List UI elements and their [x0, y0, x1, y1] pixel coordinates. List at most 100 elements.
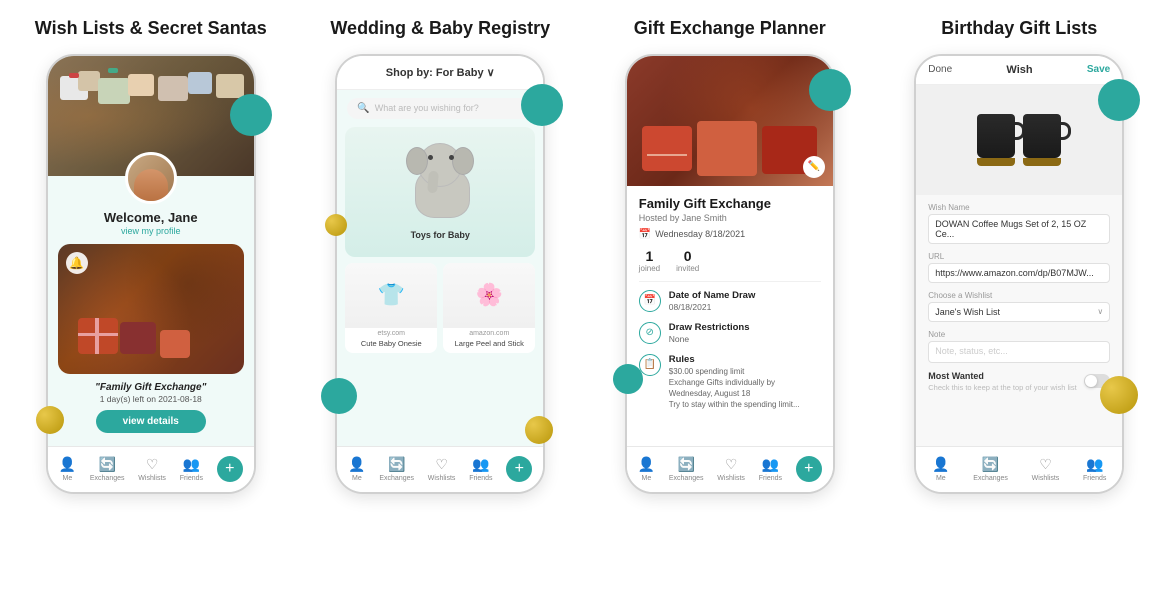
nav-me-1[interactable]: 👤 Me [59, 456, 76, 482]
wish-title: Wish [1006, 64, 1032, 76]
nav-label-friends-3: Friends [759, 475, 782, 482]
done-button[interactable]: Done [928, 64, 952, 75]
detail-row-1: 📅 Date of Name Draw 08/18/2021 [639, 290, 821, 312]
elephant-label: Toys for Baby [411, 230, 470, 240]
nav-me-2[interactable]: 👤 Me [348, 456, 365, 482]
mug2-base [1023, 158, 1061, 166]
exchanges-icon-4: 🔄 [982, 456, 999, 473]
nav-label-exchanges-2: Exchanges [379, 475, 414, 482]
hosted-by: Hosted by Jane Smith [639, 213, 821, 223]
phone2-product-3[interactable]: 🌸 amazon.com Large Peel and Stick [443, 263, 535, 353]
detail3-value: $30.00 spending limitExchange Gifts indi… [669, 366, 821, 411]
url-value[interactable]: https://www.amazon.com/dp/B07MJW... [928, 263, 1110, 283]
nav-label-exchanges-3: Exchanges [669, 475, 704, 482]
phone2-inner: Shop by: For Baby ∨ 🔍 What are you wishi… [337, 56, 543, 492]
phone4-bottom-nav: 👤 Me 🔄 Exchanges ♡ Wishlists 👥 [916, 446, 1122, 492]
gift-box-7 [216, 74, 244, 98]
nav-label-exchanges-4: Exchanges [973, 475, 1008, 482]
note-placeholder: Note, status, etc... [935, 346, 1008, 356]
phone4-topbar: Done Wish Save [916, 56, 1122, 85]
product3-source: amazon.com [443, 328, 535, 339]
nav-plus-1[interactable]: + [217, 456, 243, 482]
mug-1 [977, 114, 1015, 158]
note-input[interactable]: Note, status, etc... [928, 341, 1110, 363]
phone3-stats: 1 joined 0 invited [639, 248, 821, 273]
nav-plus-2[interactable]: + [506, 456, 532, 482]
gift-box-4 [128, 74, 154, 96]
phone2-search[interactable]: 🔍 What are you wishing for? [347, 98, 533, 119]
nav-wishlists-4[interactable]: ♡ Wishlists [1032, 456, 1060, 482]
gift-box-6 [188, 72, 212, 94]
nav-label-me-2: Me [352, 475, 362, 482]
phone2-header: Shop by: For Baby ∨ [337, 56, 543, 90]
nav-label-wishlists-1: Wishlists [138, 475, 166, 482]
view-profile-link[interactable]: view my profile [48, 226, 254, 236]
most-wanted-row: Most Wanted Check this to keep at the to… [928, 371, 1110, 393]
search-icon-2: 🔍 [357, 103, 369, 114]
deco-teal-2 [521, 84, 563, 126]
nav-friends-3[interactable]: 👥 Friends [759, 456, 782, 482]
nav-exchanges-1[interactable]: 🔄 Exchanges [90, 456, 125, 482]
phone2-wrapper: Shop by: For Baby ∨ 🔍 What are you wishi… [335, 54, 545, 494]
wishlist-select[interactable]: Jane's Wish List ∨ [928, 302, 1110, 322]
nav-friends-2[interactable]: 👥 Friends [469, 456, 492, 482]
phone1-gift-card: 🔔 [58, 244, 244, 374]
wish-name-value[interactable]: DOWAN Coffee Mugs Set of 2, 15 OZ Ce... [928, 214, 1110, 244]
gift-box-2 [78, 71, 100, 91]
search-placeholder: What are you wishing for? [375, 103, 479, 113]
bow-2 [108, 68, 118, 73]
detail-row-2: ⊘ Draw Restrictions None [639, 322, 821, 344]
nav-wishlists-2[interactable]: ♡ Wishlists [428, 456, 456, 482]
twine-1 [647, 154, 687, 156]
phone2-elephant-product[interactable]: Toys for Baby [345, 127, 535, 257]
welcome-name: Welcome, Jane [48, 210, 254, 225]
url-field: URL https://www.amazon.com/dp/B07MJW... [928, 252, 1110, 283]
nav-label-friends-1: Friends [180, 475, 203, 482]
exchange-title: "Family Gift Exchange" [58, 382, 244, 393]
section-title-3: Gift Exchange Planner [634, 18, 826, 40]
nav-wishlists-1[interactable]: ♡ Wishlists [138, 456, 166, 482]
most-wanted-label: Most Wanted [928, 371, 1076, 381]
deco-teal-1 [230, 94, 272, 136]
mug1-group [977, 114, 1015, 166]
friends-icon-4: 👥 [1086, 456, 1103, 473]
phone1-inner: Welcome, Jane view my profile 🔔 [48, 56, 254, 492]
view-details-button[interactable]: view details [96, 410, 206, 433]
phone-4: Done Wish Save [914, 54, 1124, 494]
friends-icon-2: 👥 [472, 456, 489, 473]
save-button[interactable]: Save [1087, 64, 1110, 75]
calendar-icon: 📅 [639, 229, 651, 240]
phone4-wrapper: Done Wish Save [914, 54, 1124, 494]
nav-me-3[interactable]: 👤 Me [638, 456, 655, 482]
nav-label-wishlists-4: Wishlists [1032, 475, 1060, 482]
phone2-product-2[interactable]: 👕 etsy.com Cute Baby Onesie [345, 263, 437, 353]
wish-name-field: Wish Name DOWAN Coffee Mugs Set of 2, 15… [928, 203, 1110, 244]
chevron-down-icon: ∨ [1097, 307, 1103, 316]
invited-count: 0 [684, 248, 692, 264]
nav-wishlists-3[interactable]: ♡ Wishlists [717, 456, 745, 482]
nav-plus-3[interactable]: + [796, 456, 822, 482]
product2-source: etsy.com [345, 328, 437, 339]
shop-by-label[interactable]: Shop by: For Baby ∨ [386, 67, 495, 79]
hero-gift-1 [642, 126, 692, 171]
exchanges-icon-3: 🔄 [677, 456, 694, 473]
nav-friends-1[interactable]: 👥 Friends [180, 456, 203, 482]
divider-1 [639, 281, 821, 282]
detail2-title: Draw Restrictions [669, 322, 821, 333]
section-wedding-registry: Wedding & Baby Registry Shop by: For Bab… [300, 18, 582, 581]
nav-label-exchanges-1: Exchanges [90, 475, 125, 482]
nav-friends-4[interactable]: 👥 Friends [1083, 456, 1106, 482]
wishlist-value: Jane's Wish List [935, 307, 1000, 317]
nav-exchanges-2[interactable]: 🔄 Exchanges [379, 456, 414, 482]
wishlist-field: Choose a Wishlist Jane's Wish List ∨ [928, 291, 1110, 322]
nav-exchanges-3[interactable]: 🔄 Exchanges [669, 456, 704, 482]
phone4-product-area [916, 85, 1122, 195]
edit-button[interactable]: ✏️ [803, 156, 825, 178]
onesie-image: 👕 [345, 263, 437, 328]
deco-gold-1 [36, 406, 64, 434]
bow-1 [69, 73, 79, 78]
toggle-knob [1085, 375, 1097, 387]
mug2-group [1023, 114, 1061, 166]
nav-exchanges-4[interactable]: 🔄 Exchanges [973, 456, 1008, 482]
nav-me-4[interactable]: 👤 Me [932, 456, 949, 482]
